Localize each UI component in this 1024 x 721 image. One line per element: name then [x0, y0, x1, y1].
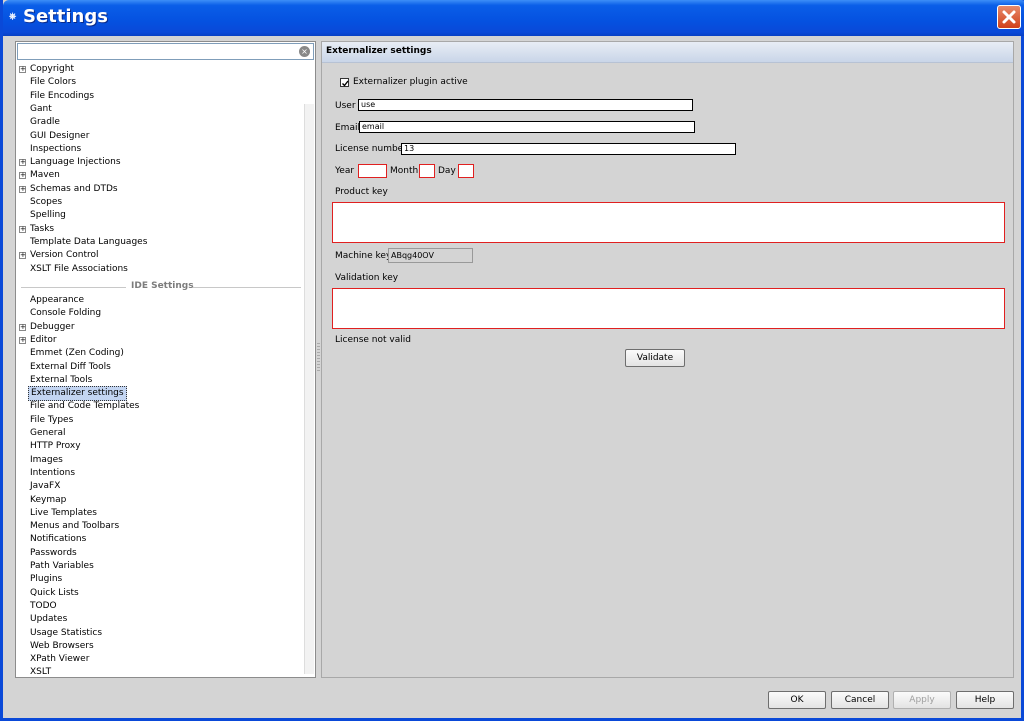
tree-scrollbar[interactable] — [304, 104, 314, 674]
panel-header: Externalizer settings — [322, 42, 1013, 63]
expand-icon[interactable]: + — [19, 225, 26, 233]
tree-item-label: Notifications — [30, 534, 87, 545]
plugin-active-checkbox[interactable] — [340, 78, 349, 87]
tree-item-label: Maven — [30, 170, 60, 181]
tree-item-label: Schemas and DTDs — [30, 183, 118, 194]
panel-title: Externalizer settings — [326, 46, 432, 56]
tree-item-label: Path Variables — [30, 561, 94, 571]
validation-key-field[interactable] — [332, 288, 1005, 329]
expand-icon[interactable]: + — [19, 323, 26, 331]
email-label: Email — [335, 123, 360, 133]
year-field[interactable] — [358, 164, 387, 178]
tree-item-label: Usage Statistics — [30, 627, 103, 638]
tree-item-label: HTTP Proxy — [30, 441, 81, 452]
search-input[interactable] — [18, 44, 294, 59]
tree-item-label: File Encodings — [30, 90, 95, 101]
license-status-text: License not valid — [335, 335, 411, 345]
tree-item-label: Template Data Languages — [30, 236, 148, 247]
product-key-field[interactable] — [332, 202, 1005, 243]
tree-item-label: Plugins — [30, 574, 63, 585]
tree-item-label: Debugger — [30, 321, 75, 332]
license-number-label: License number — [335, 144, 407, 154]
expand-icon[interactable]: + — [19, 66, 26, 73]
tree-item-label: General — [30, 428, 66, 438]
tree-item-label: Externalizer settings — [28, 386, 127, 402]
window-title: Settings — [23, 6, 108, 27]
settings-tree: + Copyright File Colors File Encodings Gant G… — [17, 63, 302, 677]
expand-icon[interactable]: + — [19, 336, 26, 344]
expand-icon[interactable]: + — [19, 159, 26, 167]
cancel-button[interactable]: Cancel — [831, 691, 889, 709]
externalizer-settings-panel: Externalizer settings Externalizer plugi… — [321, 41, 1014, 678]
validation-key-label: Validation key — [335, 273, 399, 283]
tree-item-label: TODO — [30, 600, 57, 611]
month-field[interactable] — [419, 164, 435, 178]
ok-button[interactable]: OK — [768, 691, 826, 709]
settings-tree-panel: × + Copyright File Colors File Encodings Gan… — [15, 41, 316, 678]
tree-item-label: XSLT — [30, 667, 52, 678]
expand-icon[interactable]: + — [19, 172, 26, 180]
license-number-field[interactable]: 13 — [401, 143, 736, 155]
tree-item-label: External Diff Tools — [30, 361, 111, 372]
help-button[interactable]: Help — [956, 691, 1014, 709]
tree-item-label: Menus and Toolbars — [30, 521, 120, 532]
tree-item-label: Updates — [30, 614, 68, 625]
tree-item-label: Passwords — [30, 547, 77, 558]
ide-settings-separator: IDE Settings — [21, 281, 302, 293]
machine-key-label: Machine key — [335, 251, 392, 261]
checkmark-icon — [342, 80, 349, 87]
tree-item-label: JavaFX — [30, 481, 61, 492]
app-icon: ⎈ — [9, 12, 17, 22]
tree-item-label: Language Injections — [30, 157, 121, 168]
tree-item-label: GUI Designer — [30, 130, 90, 141]
close-button[interactable] — [997, 5, 1021, 29]
tree-item-label: Inspections — [30, 143, 82, 154]
tree-item-label: Images — [30, 454, 63, 465]
tree-item-label: Emmet (Zen Coding) — [30, 348, 124, 359]
day-label: Day — [438, 166, 456, 176]
close-icon — [1002, 10, 1016, 24]
title-bar[interactable]: ⎈ Settings — [3, 0, 1024, 36]
tree-item-label: Version Control — [30, 250, 99, 261]
tree-item-label: Gant — [30, 103, 52, 114]
email-field[interactable]: email — [359, 121, 695, 133]
tree-item-label: File Colors — [30, 77, 77, 88]
plugin-active-label: Externalizer plugin active — [353, 77, 468, 87]
tree-item-label: File and Code Templates — [30, 401, 140, 412]
clear-search-icon[interactable]: × — [299, 46, 310, 57]
tree-item-label: Editor — [30, 334, 57, 345]
apply-button[interactable]: Apply — [893, 691, 951, 709]
tree-item-label: Console Folding — [30, 308, 102, 319]
tree-item-label: Appearance — [30, 295, 85, 305]
tree-item-label: Web Browsers — [30, 640, 94, 651]
tree-item-label: External Tools — [30, 374, 93, 385]
tree-item-label: Gradle — [30, 117, 60, 128]
tree-item-label: Keymap — [30, 494, 67, 505]
ide-settings-heading: IDE Settings — [131, 281, 194, 291]
product-key-label: Product key — [335, 187, 388, 197]
month-label: Month — [390, 166, 419, 176]
validate-button[interactable]: Validate — [625, 349, 685, 367]
tree-item-label: File Types — [30, 414, 74, 425]
tree-item-label: Scopes — [30, 197, 63, 207]
tree-item-label: XPath Viewer — [30, 654, 90, 665]
machine-key-field[interactable]: ABqg40OV — [388, 248, 473, 263]
search-field[interactable]: × — [17, 43, 314, 60]
settings-window: ⎈ Settings × + Copyright File Colors File E… — [0, 0, 1024, 721]
user-field[interactable]: use — [358, 99, 693, 111]
expand-icon[interactable]: + — [19, 185, 26, 193]
user-label: User — [335, 101, 356, 111]
tree-item-label: Intentions — [30, 467, 76, 478]
expand-icon[interactable]: + — [19, 252, 26, 260]
year-label: Year — [335, 166, 355, 176]
tree-item-label: Copyright — [30, 64, 74, 74]
tree-item-label: Tasks — [30, 223, 55, 234]
day-field[interactable] — [458, 164, 474, 178]
tree-item-label: Quick Lists — [30, 587, 79, 598]
tree-item-label: XSLT File Associations — [30, 263, 128, 274]
tree-item-label: Spelling — [30, 210, 66, 221]
tree-item-label: Live Templates — [30, 507, 97, 518]
